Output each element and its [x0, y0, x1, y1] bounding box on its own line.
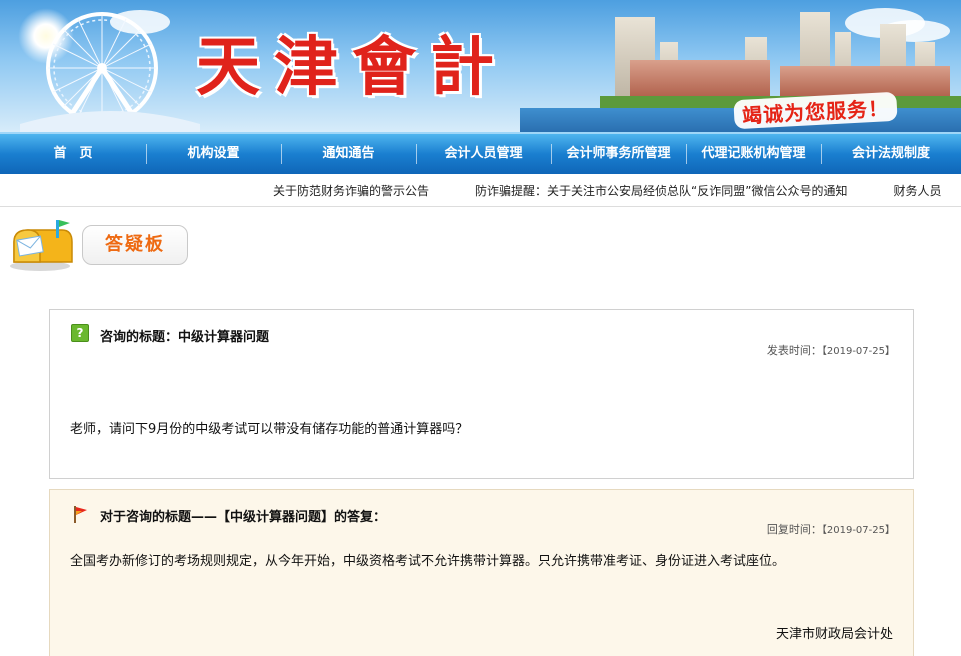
answer-signer: 天津市财政局会计处: [775, 627, 893, 642]
answer-time: 回复时间：【2019-07-25】: [767, 521, 895, 537]
answer-title: 对于咨询的标题——【中级计算器问题】的答复：: [100, 510, 387, 525]
nav-item-notices[interactable]: 通知通告: [281, 134, 416, 174]
logo-char: 津: [274, 30, 338, 105]
answer-body: 全国考办新修订的考场规则规定，从今年开始，中级资格考试不允许携带计算器。只允许携…: [70, 554, 786, 569]
mailbox-icon: [10, 220, 73, 271]
notice-ticker: 关于防范财务诈骗的警示公告 防诈骗提醒：关于关注市公安局经侦总队“反诈同盟”微信…: [0, 174, 961, 207]
answer-card: 对于咨询的标题——【中级计算器问题】的答复： 回复时间：【2019-07-25】…: [49, 489, 914, 656]
question-time-value: 【2019-07-25】: [821, 346, 895, 357]
nav-item-organization[interactable]: 机构设置: [146, 134, 281, 174]
question-card: ? 咨询的标题：中级计算器问题 发表时间：【2019-07-25】 老师，请问下…: [49, 309, 914, 479]
question-time: 发表时间：【2019-07-25】: [767, 342, 895, 358]
logo-char: 天: [196, 30, 260, 105]
logo-char: 會: [352, 30, 416, 105]
ticker-link[interactable]: 防诈骗提醒：关于关注市公安局经侦总队“反诈同盟”微信公众号的通知: [475, 182, 847, 199]
ticker-link[interactable]: 关于防范财务诈骗的警示公告: [273, 182, 429, 199]
qa-board-tab: 答疑板: [82, 225, 188, 265]
question-icon: ?: [71, 324, 89, 342]
waterfront-building: [630, 60, 770, 98]
question-body: 老师，请问下9月份的中级考试可以带没有储存功能的普通计算器吗？: [70, 422, 469, 437]
main-nav: 首 页 机构设置 通知通告 会计人员管理 会计师事务所管理 代理记账机构管理 会…: [0, 132, 961, 174]
nav-item-accountant-management[interactable]: 会计人员管理: [416, 134, 551, 174]
question-time-label: 发表时间：: [766, 344, 822, 357]
site-logo[interactable]: 天 津 會 計: [196, 16, 494, 108]
answer-time-label: 回复时间：: [766, 523, 822, 536]
flag-icon: [74, 506, 87, 523]
answer-time-value: 【2019-07-25】: [821, 525, 895, 536]
nav-item-regulations[interactable]: 会计法规制度: [821, 134, 961, 174]
qa-board-title: 答疑板: [105, 234, 165, 255]
ferris-wheel-image: [20, 12, 200, 132]
question-title: 咨询的标题：中级计算器问题: [100, 330, 270, 345]
nav-item-home[interactable]: 首 页: [0, 134, 146, 174]
nav-item-firm-management[interactable]: 会计师事务所管理: [551, 134, 686, 174]
nav-item-agency-management[interactable]: 代理记账机构管理: [686, 134, 821, 174]
ticker-link[interactable]: 财务人员: [893, 182, 941, 199]
header-banner: 天 津 會 計 竭诚为您服务！: [0, 0, 961, 132]
logo-char: 計: [430, 30, 494, 105]
qa-section-header: 答疑板: [0, 210, 961, 276]
